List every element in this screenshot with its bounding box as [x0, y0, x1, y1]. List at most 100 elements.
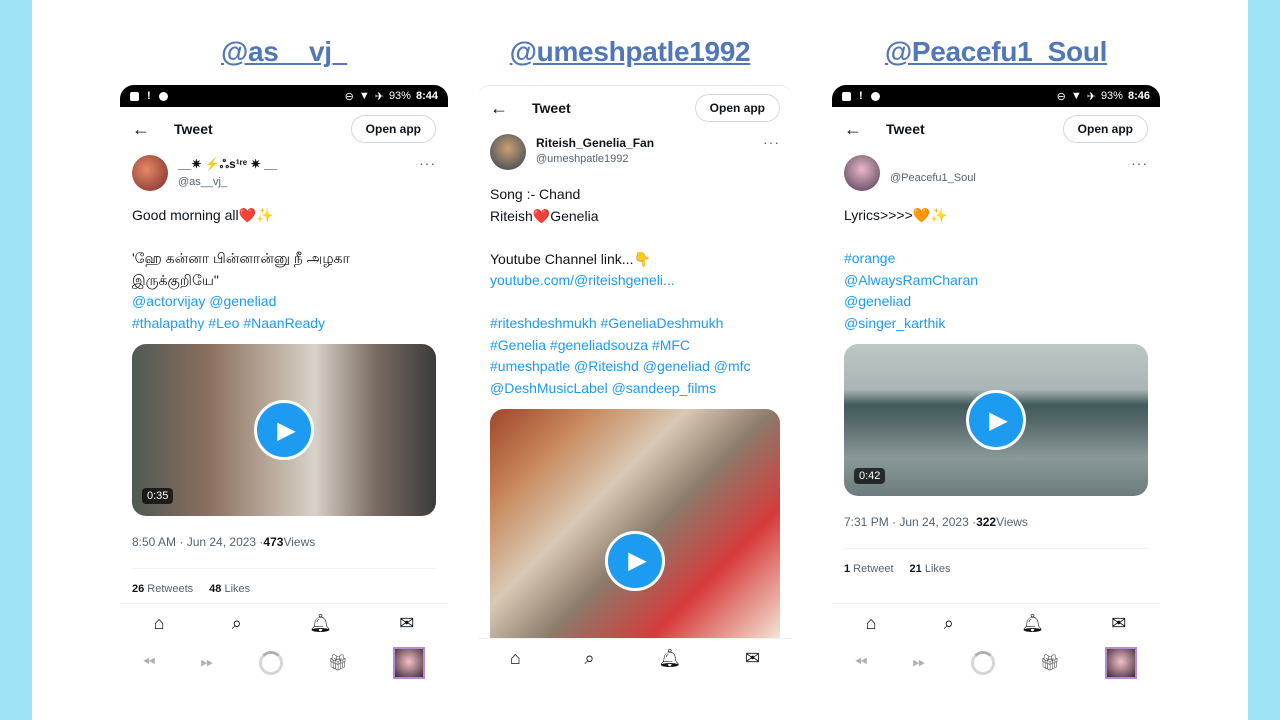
profile-avatar[interactable] [1105, 647, 1138, 679]
avatar[interactable] [844, 155, 880, 191]
chat-icon [870, 91, 880, 101]
bell-icon[interactable]: 🔔︎ [658, 648, 681, 669]
text-line: இருக்குறியே" [132, 271, 219, 288]
open-app-button[interactable]: Open app [694, 94, 780, 122]
forward-icon[interactable]: ⏩︎ [913, 654, 926, 672]
chat-icon [158, 91, 168, 101]
clock: 8:44 [415, 90, 438, 102]
rewind-icon[interactable]: ⏪︎ [143, 654, 156, 672]
loading-icon[interactable] [970, 651, 995, 675]
tweet-author: @Peacefu1_Soul ··· [832, 151, 1160, 195]
panel-peacefu1-soul: @Peacefu1_Soul ! ⊖ ▼ ✈ 93% 8:46 ← Tweet … [812, 0, 1160, 720]
video-player[interactable]: ▶ 0:42 [844, 344, 1148, 496]
play-icon[interactable]: ▶ [966, 390, 1026, 450]
video-player[interactable]: ▶ [490, 409, 780, 639]
hashtag-links[interactable]: #Genelia #geneliadsouza #MFC [490, 335, 780, 357]
mention-link[interactable]: @geneliad [844, 291, 1148, 313]
panel-handle: @as__vj_ [220, 36, 348, 67]
gift-icon[interactable]: 🎁︎ [328, 653, 348, 673]
airplane-icon: ✈ [374, 90, 384, 103]
views-count: 473 [263, 535, 284, 549]
video-duration: 0:42 [854, 468, 886, 484]
avatar[interactable] [132, 155, 168, 191]
retweets-stat[interactable]: 26 Retweets [132, 583, 193, 595]
text-line [490, 292, 780, 314]
mention-links[interactable]: @DeshMusicLabel @sandeep_films [490, 378, 780, 400]
page-title: Tweet [532, 100, 571, 116]
airplane-icon: ✈ [1086, 90, 1096, 103]
text-line: 'ஹே கன்னா பின்னான்னு நீ அழகா [132, 250, 350, 266]
more-options-button[interactable]: ··· [763, 134, 780, 150]
tweet-text: Lyrics>>>>🧡✨ #orange @AlwaysRamCharan @g… [832, 195, 1160, 334]
alert-icon: ! [859, 90, 863, 102]
search-icon[interactable]: ⌕ [232, 613, 242, 634]
tweet-stats: 26 Retweets 48 Likes [132, 568, 436, 608]
display-name[interactable]: __✷ ⚡ஃs¹ʳᵉ ✷ __ [178, 157, 277, 173]
play-icon[interactable]: ▶ [254, 400, 314, 460]
video-player[interactable]: ▶ 0:35 [132, 344, 436, 516]
tweet-time: 7:31 PM · Jun 24, 2023 · [844, 515, 977, 529]
video-duration: 0:35 [142, 488, 174, 504]
views-count: 322 [976, 515, 997, 529]
username[interactable]: @Peacefu1_Soul [890, 172, 976, 184]
mention-link[interactable]: @AlwaysRamCharan [844, 270, 1148, 292]
arrow-left-icon[interactable]: ← [844, 119, 874, 140]
forward-icon[interactable]: ⏩︎ [201, 654, 214, 672]
bell-icon[interactable]: 🔔︎ [309, 613, 332, 634]
arrow-left-icon[interactable]: ← [490, 98, 520, 119]
arrow-left-icon[interactable]: ← [132, 119, 162, 140]
hashtag-links[interactable]: #riteshdeshmukh #GeneliaDeshmukh [490, 313, 780, 335]
more-options-button[interactable]: ··· [1131, 155, 1148, 171]
clock: 8:46 [1127, 90, 1150, 102]
gift-icon[interactable]: 🎁︎ [1040, 653, 1060, 673]
phone-screen: ← Tweet Open app @Peacefu1_Soul ··· Lyri… [832, 107, 1160, 697]
wifi-icon: ▼ [358, 90, 370, 102]
views-label: Views [996, 515, 1028, 529]
hashtag-link[interactable]: #orange [844, 248, 1148, 270]
likes-label: Likes [921, 562, 951, 575]
mail-icon[interactable]: ✉ [399, 613, 414, 634]
more-options-button[interactable]: ··· [419, 155, 436, 171]
wifi-icon: ▼ [1070, 90, 1082, 102]
play-icon[interactable]: ▶ [605, 530, 665, 591]
username[interactable]: @as__vj_ [178, 176, 277, 188]
retweets-stat[interactable]: 1 Retweet [844, 563, 894, 575]
mention-links[interactable]: #umeshpatle @Riteishd @geneliad @mfc [490, 356, 780, 378]
battery-level: 93% [388, 90, 411, 102]
home-icon[interactable]: ⌂ [866, 613, 877, 634]
display-name[interactable]: Riteish_Genelia_Fan [536, 136, 654, 150]
bottom-tab-bar: ⌂ ⌕ 🔔︎ ✉ [120, 603, 448, 643]
home-icon[interactable]: ⌂ [154, 613, 165, 634]
phone-screen: ← Tweet Open app Riteish_Genelia_Fan @um… [478, 85, 792, 697]
retweets-label: Retweet [850, 562, 894, 575]
mention-link[interactable]: @singer_karthik [844, 313, 1148, 335]
text-line [132, 227, 436, 249]
open-app-button[interactable]: Open app [1062, 115, 1148, 143]
tweet-author: Riteish_Genelia_Fan @umeshpatle1992 ··· [478, 130, 792, 174]
status-bar: ! ⊖ ▼ ✈ 93% 8:46 [832, 85, 1160, 107]
rewind-icon[interactable]: ⏪︎ [855, 654, 868, 672]
hashtag-links[interactable]: #thalapathy #Leo #NaanReady [132, 313, 436, 335]
gallery-icon [842, 91, 851, 101]
search-icon[interactable]: ⌕ [585, 648, 595, 669]
search-icon[interactable]: ⌕ [944, 613, 954, 634]
likes-stat[interactable]: 21 Likes [910, 563, 951, 575]
tweet-meta: 7:31 PM · Jun 24, 2023 · 322 Views [832, 502, 1160, 542]
home-icon[interactable]: ⌂ [510, 648, 521, 669]
mail-icon[interactable]: ✉ [1111, 613, 1126, 634]
loading-icon[interactable] [258, 651, 283, 675]
bell-icon[interactable]: 🔔︎ [1021, 613, 1044, 634]
likes-stat[interactable]: 48 Likes [209, 583, 250, 595]
open-app-button[interactable]: Open app [350, 115, 436, 143]
panel-handle: @umeshpatle1992 [509, 36, 751, 67]
youtube-link[interactable]: youtube.com/@riteishgeneli... [490, 270, 780, 292]
profile-avatar[interactable] [393, 647, 426, 679]
text-line [490, 227, 780, 249]
tweet-stats: 1 Retweet 21 Likes [844, 548, 1148, 588]
bottom-tab-bar: ⌂ ⌕ 🔔︎ ✉ [478, 638, 792, 678]
avatar[interactable] [490, 134, 526, 170]
mail-icon[interactable]: ✉ [745, 648, 760, 669]
mention-links[interactable]: @actorvijay @geneliad [132, 291, 436, 313]
alert-icon: ! [147, 90, 151, 102]
username[interactable]: @umeshpatle1992 [536, 153, 654, 165]
